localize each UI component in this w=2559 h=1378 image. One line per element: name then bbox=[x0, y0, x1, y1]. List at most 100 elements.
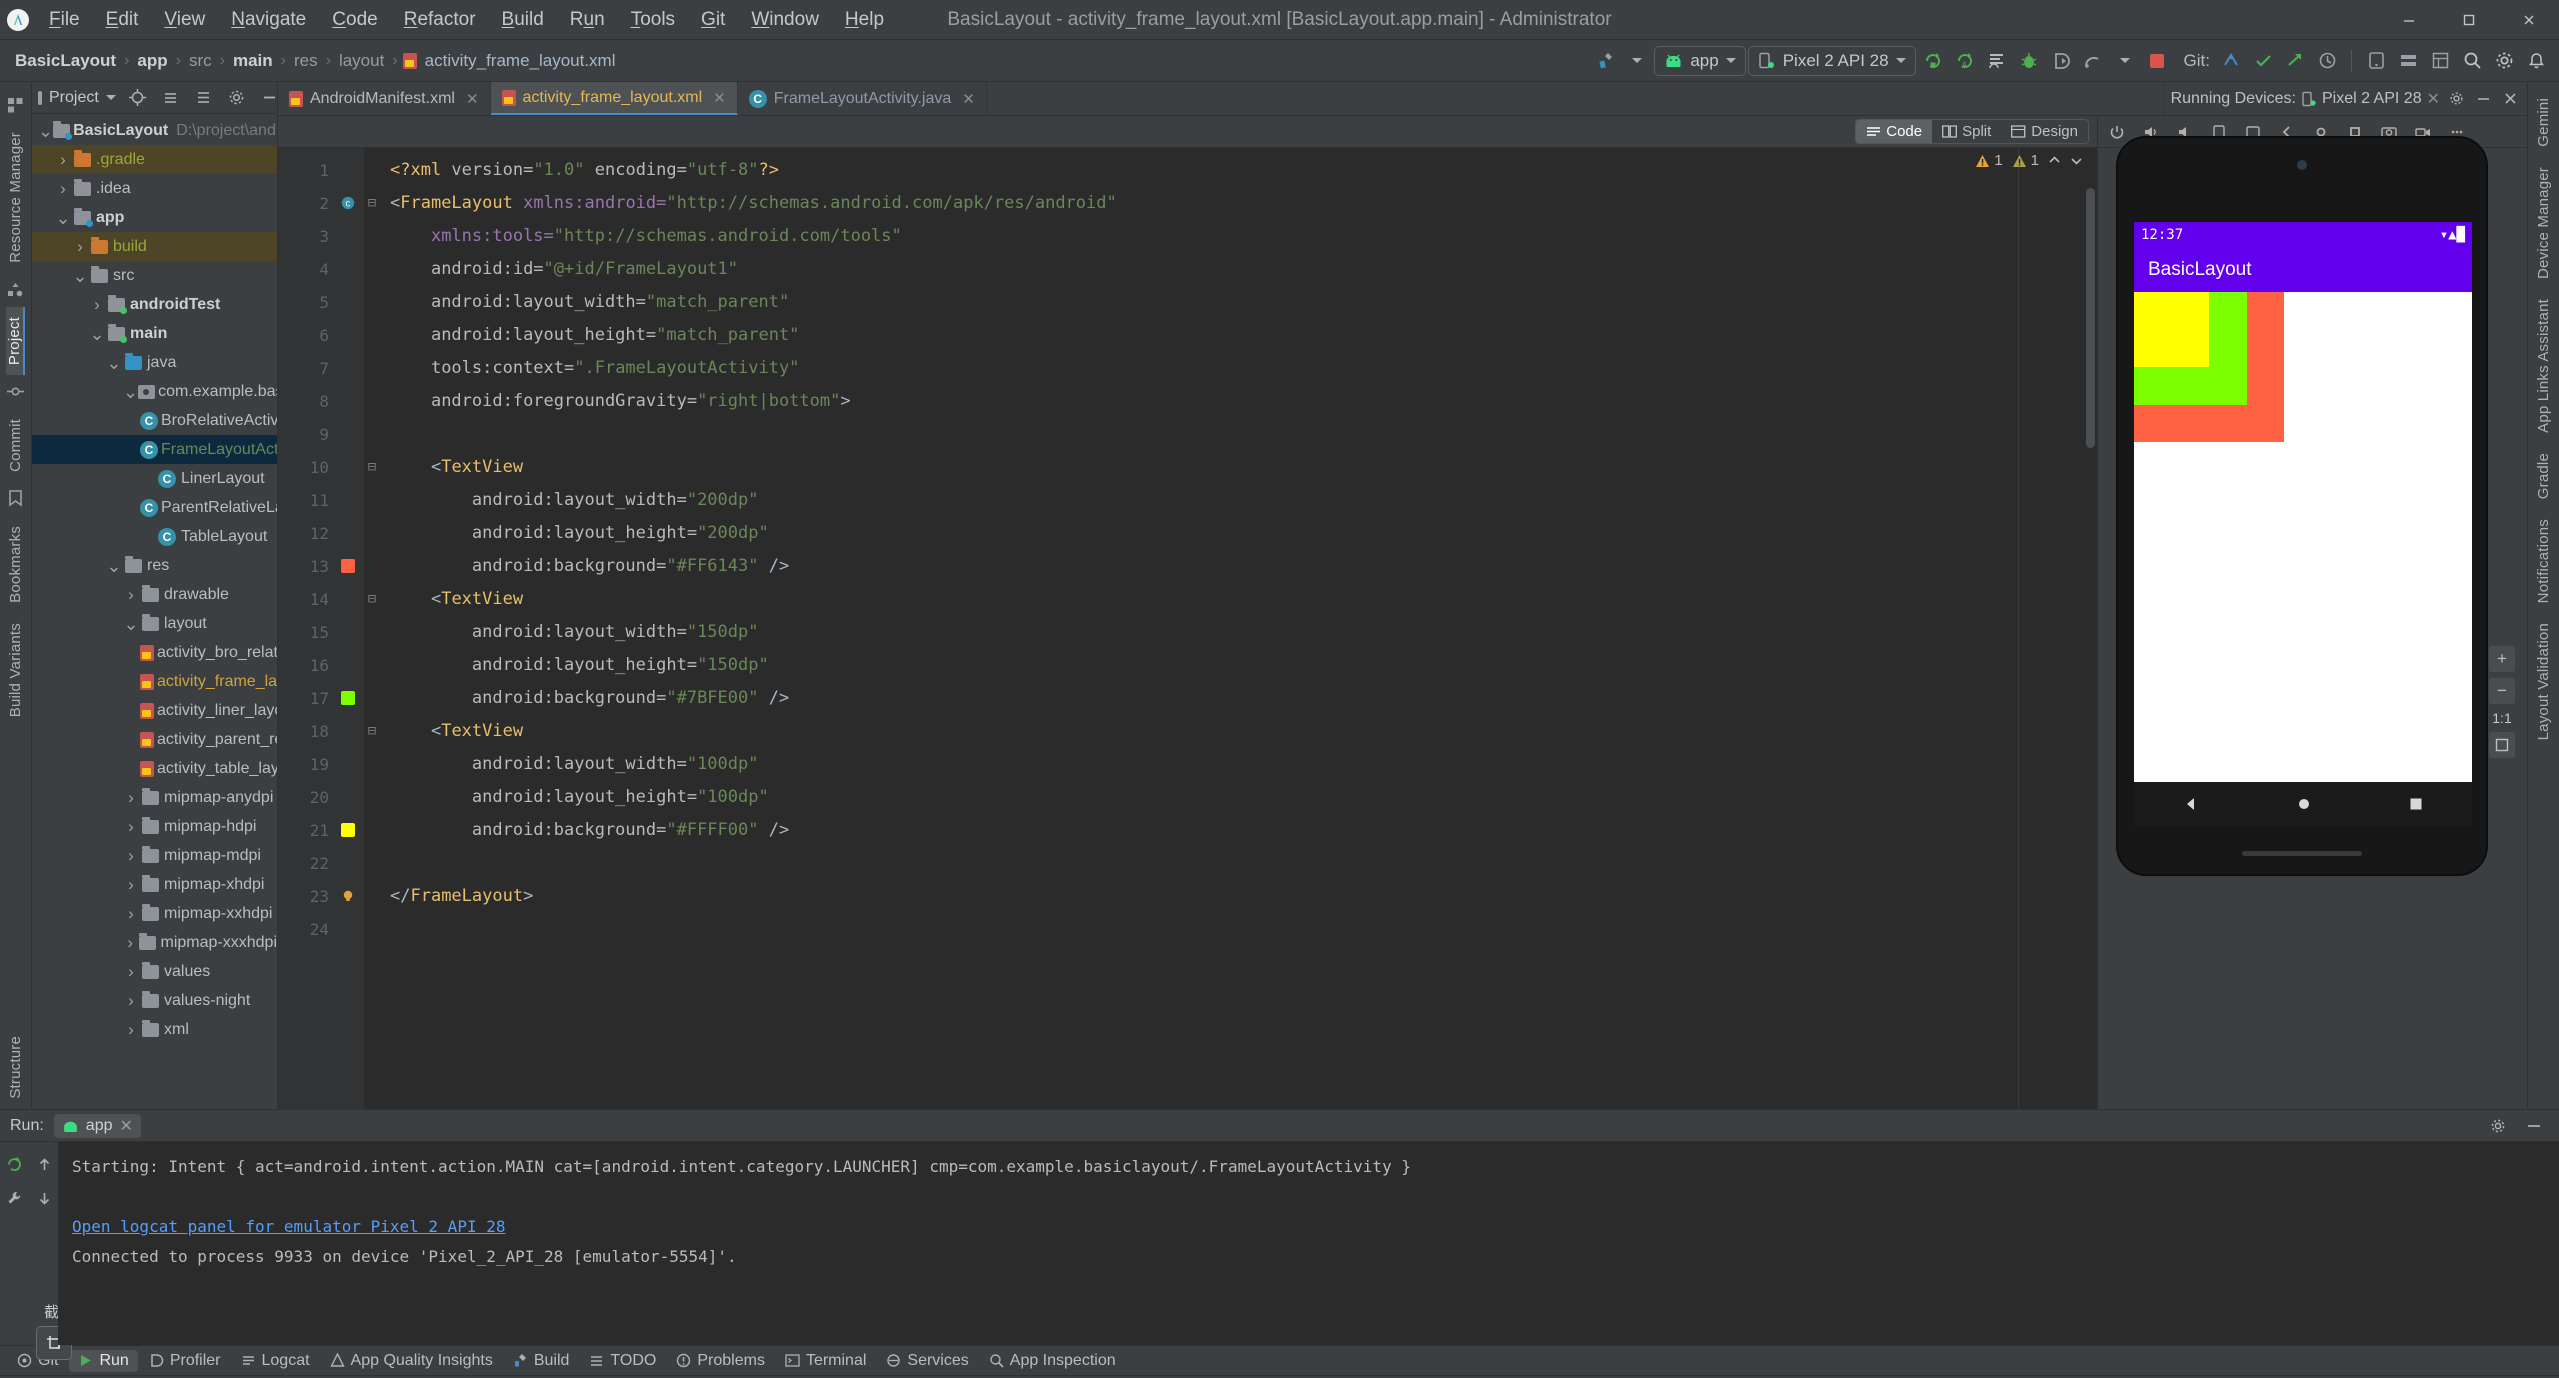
scroll-up-button[interactable] bbox=[30, 1150, 58, 1178]
close-icon[interactable]: ✕ bbox=[2427, 89, 2440, 109]
chevron-right-icon[interactable]: › bbox=[55, 150, 71, 170]
tree-node-mipmap-anydpi[interactable]: › mipmap-anydpi bbox=[32, 783, 277, 812]
chevron-down-icon[interactable]: ⌄ bbox=[55, 209, 71, 227]
console-link[interactable]: Open logcat panel for emulator Pixel 2 A… bbox=[72, 1212, 2545, 1242]
tree-node-mipmap-mdpi[interactable]: › mipmap-mdpi bbox=[32, 841, 277, 870]
chevron-down-icon[interactable]: ⌄ bbox=[89, 325, 105, 343]
tree-node-build[interactable]: › build bbox=[32, 232, 277, 261]
rail-tab-layout-validation[interactable]: Layout Validation bbox=[2535, 613, 2552, 750]
view-mode-code[interactable]: Code bbox=[1856, 120, 1933, 143]
running-devices-settings-icon[interactable] bbox=[2445, 88, 2467, 110]
collapse-all-icon[interactable] bbox=[156, 83, 186, 113]
view-mode-split[interactable]: Split bbox=[1932, 120, 2001, 143]
scroll-down-button[interactable] bbox=[30, 1184, 58, 1212]
tree-node-drawable[interactable]: › drawable bbox=[32, 580, 277, 609]
layout-inspector-icon[interactable] bbox=[2425, 46, 2455, 76]
tree-node-basiclayout[interactable]: ⌄ BasicLayout D:\project\android-project\ bbox=[32, 116, 277, 145]
chevron-down-icon[interactable]: ⌄ bbox=[106, 354, 122, 372]
run-console-output[interactable]: Starting: Intent { act=android.intent.ac… bbox=[58, 1142, 2559, 1345]
zoom-level-label[interactable]: 1:1 bbox=[2492, 710, 2511, 726]
editor-tab-androidmanifest[interactable]: AndroidManifest.xml ✕ bbox=[278, 82, 491, 115]
zoom-fit-button[interactable] bbox=[2489, 732, 2515, 758]
breadcrumb-current-file[interactable]: activity_frame_layout.xml bbox=[422, 49, 619, 73]
menu-help[interactable]: Help bbox=[832, 6, 897, 34]
color-swatch-7bfe00[interactable] bbox=[341, 691, 355, 705]
fold-toggle[interactable]: ⊟ bbox=[364, 715, 380, 748]
menu-edit[interactable]: Edit bbox=[93, 6, 152, 34]
source-code[interactable]: <?xml version="1.0" encoding="utf-8"?> <… bbox=[380, 148, 2097, 1109]
build-dropdown-caret-icon[interactable] bbox=[1622, 46, 1652, 76]
breadcrumb-item-4[interactable]: res bbox=[291, 49, 321, 73]
tool-tab-logcat[interactable]: Logcat bbox=[232, 1350, 319, 1372]
tree-node-activity-table-layout-xml[interactable]: activity_table_layout.xml bbox=[32, 754, 277, 783]
tool-tab-app-inspection[interactable]: App Inspection bbox=[980, 1350, 1125, 1372]
breadcrumb-item-5[interactable]: layout bbox=[336, 49, 387, 73]
chevron-right-icon[interactable]: › bbox=[89, 295, 105, 315]
resource-manager-icon[interactable] bbox=[3, 92, 29, 118]
more-run-caret-icon[interactable] bbox=[2110, 46, 2140, 76]
tree-node-framelayoutactivity[interactable]: CFrameLayoutActivity bbox=[32, 435, 277, 464]
rail-tab-build-variants[interactable]: Build Variants bbox=[7, 613, 24, 727]
menu-refactor[interactable]: Refactor bbox=[391, 6, 489, 34]
run-icon[interactable] bbox=[1918, 46, 1948, 76]
git-update-icon[interactable] bbox=[2216, 46, 2246, 76]
chevron-right-icon[interactable]: › bbox=[123, 817, 139, 837]
menu-view[interactable]: View bbox=[151, 6, 218, 34]
tree-node-androidtest[interactable]: › androidTest bbox=[32, 290, 277, 319]
color-swatch-ff6143[interactable] bbox=[341, 559, 355, 573]
tool-tab-todo[interactable]: TODO bbox=[580, 1350, 665, 1372]
rail-tab-notifications[interactable]: Notifications bbox=[2535, 509, 2552, 613]
menu-tools[interactable]: Tools bbox=[618, 6, 688, 34]
tree-node-linerlayout[interactable]: C LinerLayout bbox=[32, 464, 277, 493]
device-selector[interactable]: Pixel 2 API 28 bbox=[1747, 45, 1916, 76]
chevron-down-icon[interactable]: ⌄ bbox=[38, 122, 53, 140]
menu-build[interactable]: Build bbox=[489, 6, 557, 34]
chevron-right-icon[interactable]: › bbox=[123, 904, 139, 924]
rail-tab-bookmarks[interactable]: Bookmarks bbox=[7, 516, 24, 613]
structure-tree-icon[interactable] bbox=[3, 277, 29, 303]
chevron-down-icon[interactable] bbox=[105, 95, 116, 100]
tree-node-activity-liner-layout-xml[interactable]: activity_liner_layout.xml bbox=[32, 696, 277, 725]
chevron-right-icon[interactable]: › bbox=[55, 179, 71, 199]
project-settings-gear-icon[interactable] bbox=[222, 83, 252, 113]
tree-node-mipmap-xxhdpi[interactable]: › mipmap-xxhdpi bbox=[32, 899, 277, 928]
view-mode-design[interactable]: Design bbox=[2001, 120, 2088, 143]
open-logcat-link[interactable]: Open logcat panel for emulator Pixel 2 A… bbox=[72, 1217, 505, 1236]
fold-toggle[interactable]: ⊟ bbox=[364, 187, 380, 220]
tool-tab-build[interactable]: Build bbox=[504, 1350, 579, 1372]
class-marker-icon[interactable]: C bbox=[341, 196, 355, 210]
fold-toggle[interactable]: ⊟ bbox=[364, 583, 380, 616]
close-icon[interactable]: ✕ bbox=[962, 90, 975, 108]
tree-node-mipmap-xhdpi[interactable]: › mipmap-xhdpi bbox=[32, 870, 277, 899]
menu-window[interactable]: Window bbox=[738, 6, 832, 34]
tree-node-mipmap-xxxhdpi[interactable]: › mipmap-xxxhdpi bbox=[32, 928, 277, 957]
build-hammer-icon[interactable] bbox=[1590, 46, 1620, 76]
tree-node-brorelativeactivity[interactable]: CBroRelativeActivity bbox=[32, 406, 277, 435]
tree-node-activity-frame-layout-xml[interactable]: activity_frame_layout.xml bbox=[32, 667, 277, 696]
code-text-area[interactable]: 1 1 1 2 3 4 5 6 7 8 9 10 11 12 13 14 15 16 17 18 19 20 21 22 2… bbox=[278, 148, 2097, 1109]
editor-tab-framelayoutactivity[interactable]: C FrameLayoutActivity.java ✕ bbox=[738, 82, 987, 115]
close-icon[interactable]: ✕ bbox=[120, 1116, 133, 1136]
rail-tab-gemini[interactable]: Gemini bbox=[2535, 88, 2552, 157]
rerun-button[interactable] bbox=[0, 1150, 28, 1178]
rail-tab-app-links-assistant[interactable]: App Links Assistant bbox=[2535, 289, 2552, 443]
editor-tab-activity-frame-layout[interactable]: activity_frame_layout.xml ✕ bbox=[490, 82, 738, 115]
close-icon[interactable]: ✕ bbox=[713, 89, 726, 107]
tree-node-app[interactable]: ⌄ app bbox=[32, 203, 277, 232]
tree-node-layout[interactable]: ⌄ layout bbox=[32, 609, 277, 638]
rail-tab-gradle[interactable]: Gradle bbox=[2535, 443, 2552, 509]
expand-all-icon[interactable] bbox=[189, 83, 219, 113]
commit-icon[interactable] bbox=[3, 379, 29, 405]
sdk-manager-icon[interactable] bbox=[2393, 46, 2423, 76]
git-push-icon[interactable] bbox=[2280, 46, 2310, 76]
tree-node-main[interactable]: ⌄ main bbox=[32, 319, 277, 348]
code-folding-column[interactable]: ⊟ ⊟ ⊟ ⊟ bbox=[364, 148, 380, 1109]
module-selector[interactable]: app bbox=[1654, 45, 1746, 76]
project-tree[interactable]: ⌄ BasicLayout D:\project\android-project\ ›… bbox=[32, 114, 277, 1109]
close-button[interactable] bbox=[2499, 0, 2559, 40]
tool-tab-profiler[interactable]: Profiler bbox=[140, 1350, 230, 1372]
maximize-button[interactable] bbox=[2439, 0, 2499, 40]
chevron-right-icon[interactable]: › bbox=[123, 875, 139, 895]
menu-git[interactable]: Git bbox=[688, 6, 738, 34]
profiler-icon[interactable] bbox=[2046, 46, 2076, 76]
